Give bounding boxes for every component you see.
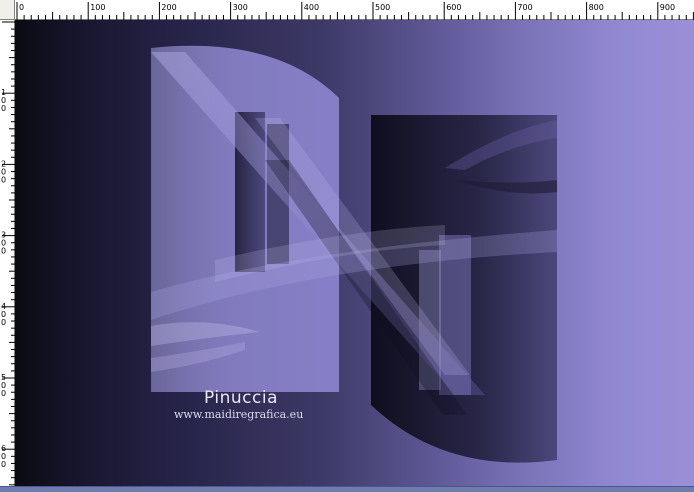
artwork [151, 45, 557, 463]
ruler-label: 0 [19, 3, 24, 12]
ruler-label: 0 [1, 460, 6, 469]
ruler-label: 0 [1, 175, 6, 184]
bottom-strip [0, 486, 694, 492]
ruler-label: 600 [446, 3, 461, 12]
ruler-label: 100 [90, 3, 105, 12]
image-canvas[interactable]: Pinuccia www.maidiregrafica.eu [15, 20, 694, 486]
horizontal-ruler[interactable]: 0 100 200 300 400 500 600 700 800 900 [15, 0, 694, 20]
vertical-ruler-ticks: 100200300400500600 [1, 21, 15, 486]
ruler-label: 300 [233, 3, 248, 12]
ruler-label: 900 [660, 3, 675, 12]
ruler-label: 200 [161, 3, 176, 12]
image-editor-workspace: 0 100 200 300 400 500 600 700 800 900 100 200 300 40… [0, 0, 694, 492]
ruler-label: 500 [375, 3, 390, 12]
watermark-url: www.maidiregrafica.eu [174, 408, 304, 421]
ruler-label: 0 [1, 389, 6, 398]
ruler-label: 400 [304, 3, 319, 12]
horizontal-ruler-ticks: 0 100 200 300 400 500 600 700 800 900 [16, 2, 694, 20]
ruler-label: 800 [589, 3, 604, 12]
ruler-label: 0 [1, 247, 6, 256]
ruler-corner [0, 0, 15, 20]
watermark-name: Pinuccia [204, 388, 278, 408]
vertical-ruler[interactable]: 100200300400500600 [0, 20, 15, 486]
ruler-label: 0 [1, 318, 6, 327]
ruler-label: 0 [1, 104, 6, 113]
ruler-label: 700 [517, 3, 532, 12]
